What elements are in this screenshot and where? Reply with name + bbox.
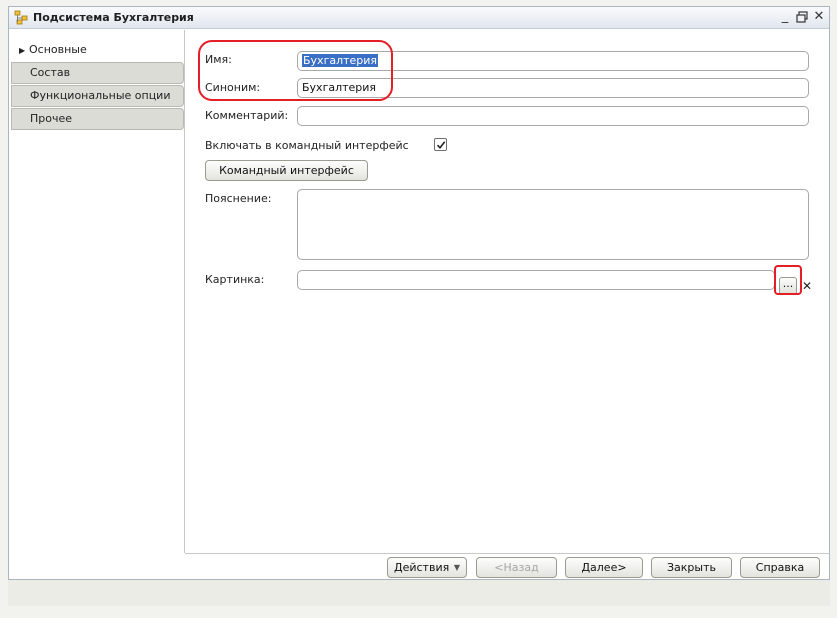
footer-divider: [185, 553, 830, 554]
picture-select-button[interactable]: ...: [779, 277, 797, 295]
subsystem-icon: [14, 10, 29, 25]
sidebar: ▶ Основные Состав Функциональные опции Пр…: [9, 30, 185, 553]
command-interface-button[interactable]: Командный интерфейс: [205, 160, 368, 181]
sidebar-item-label: Функциональные опции: [30, 89, 171, 102]
status-strip: [8, 580, 830, 606]
triangle-right-icon: ▶: [19, 46, 26, 55]
name-field[interactable]: Бухгалтерия: [297, 51, 809, 71]
restore-button[interactable]: [794, 8, 810, 26]
sidebar-item-content[interactable]: Состав: [11, 62, 184, 84]
subsystem-window: Подсистема Бухгалтерия _ ✕ ▶ Основные Сос…: [8, 6, 830, 580]
explanation-textarea[interactable]: [297, 189, 809, 260]
close-icon[interactable]: ✕: [811, 8, 827, 26]
sidebar-item-label: Состав: [30, 66, 71, 79]
window-title: Подсистема Бухгалтерия: [33, 11, 194, 24]
synonym-field[interactable]: Бухгалтерия: [297, 78, 809, 98]
checkmark-icon: [436, 141, 446, 150]
include-in-command-interface-checkbox[interactable]: [434, 138, 447, 151]
name-value: Бухгалтерия: [302, 54, 379, 67]
close-button[interactable]: Закрыть: [651, 557, 732, 578]
picture-field[interactable]: [297, 270, 775, 290]
actions-button[interactable]: Действия ▼: [387, 557, 467, 578]
name-label: Имя:: [205, 53, 232, 66]
sidebar-item-main[interactable]: ▶ Основные: [11, 39, 184, 61]
next-button[interactable]: Далее>: [565, 557, 643, 578]
dropdown-arrow-icon: ▼: [453, 563, 460, 572]
synonym-label: Синоним:: [205, 81, 261, 94]
minimize-button[interactable]: _: [777, 8, 793, 26]
sidebar-item-label: Основные: [29, 43, 87, 56]
sidebar-item-functional-options[interactable]: Функциональные опции: [11, 85, 184, 107]
picture-label: Картинка:: [205, 273, 265, 286]
synonym-value: Бухгалтерия: [302, 81, 377, 94]
back-button[interactable]: <Назад: [476, 557, 557, 578]
actions-button-label: Действия: [394, 561, 450, 574]
explanation-label: Пояснение:: [205, 192, 272, 205]
include-in-command-interface-label: Включать в командный интерфейс: [205, 139, 409, 152]
sidebar-item-label: Прочее: [30, 112, 73, 125]
comment-field[interactable]: [297, 106, 809, 126]
title-bar: Подсистема Бухгалтерия _ ✕: [9, 7, 829, 29]
clear-icon[interactable]: ✕: [801, 277, 813, 295]
sidebar-item-other[interactable]: Прочее: [11, 108, 184, 130]
help-button[interactable]: Справка: [740, 557, 820, 578]
comment-label: Комментарий:: [205, 109, 289, 122]
